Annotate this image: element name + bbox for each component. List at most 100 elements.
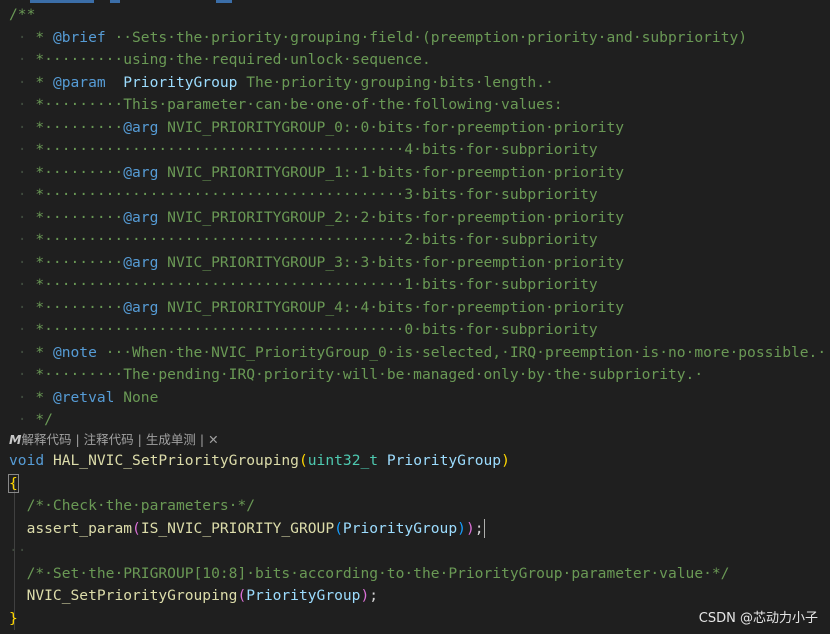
code-token: This·parameter·can·be·one·of·the·followi… [123, 96, 563, 113]
code-token: *·······································… [35, 141, 598, 158]
code-token: @retval [52, 388, 115, 406]
comment-line[interactable]: · *·····································… [0, 139, 830, 162]
code-line[interactable]: NVIC_SetPriorityGrouping(PriorityGroup); [0, 585, 830, 608]
code-token: ; [474, 519, 484, 537]
code-line[interactable]: { [0, 473, 830, 496]
code-token: NVIC_PRIORITYGROUP_0:·0·bits·for·preempt… [158, 118, 625, 136]
comment-line[interactable]: · *·····································… [0, 184, 830, 207]
comment-line[interactable]: · * @brief ··Sets·the·priority·grouping·… [0, 27, 830, 50]
comment-line[interactable]: · *·········using·the·required·unlock·se… [0, 49, 830, 72]
code-token: *········· [35, 51, 124, 68]
code-token: · [9, 366, 36, 383]
code-line[interactable]: void HAL_NVIC_SetPriorityGrouping(uint32… [0, 450, 830, 473]
code-token: ( [132, 519, 141, 537]
code-token: assert_param [26, 519, 133, 537]
code-token: using·the·required·unlock·sequence. [123, 51, 431, 68]
codelens-separator: | [137, 432, 142, 447]
code-token: · [9, 118, 36, 136]
code-token: NVIC_SetPriorityGrouping [26, 587, 238, 604]
code-token: *·······································… [35, 276, 598, 293]
comment-line[interactable]: · *·········@arg NVIC_PRIORITYGROUP_4:·4… [0, 297, 830, 320]
code-token: * [35, 73, 53, 91]
code-token: PriorityGroup [123, 73, 238, 91]
code-token: @arg [123, 118, 159, 136]
text-cursor [483, 519, 486, 538]
code-token: *·······································… [35, 186, 598, 203]
code-token: ( [334, 519, 343, 537]
code-token: @arg [123, 298, 159, 316]
comment-line[interactable]: · *·········@arg NVIC_PRIORITYGROUP_0:·0… [0, 117, 830, 140]
comment-line[interactable]: · *·········This·parameter·can·be·one·of… [0, 94, 830, 117]
code-token: PriorityGroup [246, 587, 361, 604]
code-token: · [9, 388, 36, 406]
code-token: The·priority·grouping·bits·length.· [237, 73, 554, 91]
code-token: */ [35, 411, 53, 428]
code-token: @arg [123, 253, 159, 271]
close-icon[interactable]: ✕ [208, 432, 218, 447]
code-token: *·······································… [35, 231, 598, 248]
code-token: NVIC_PRIORITYGROUP_3:·3·bits·for·preempt… [158, 253, 625, 271]
comment-line[interactable]: · *·····································… [0, 319, 830, 342]
code-token: @note [52, 343, 97, 361]
comment-line[interactable]: · * @param PriorityGroup The·priority·gr… [0, 72, 830, 95]
code-token: · [9, 186, 36, 203]
comment-line[interactable]: · *·········@arg NVIC_PRIORITYGROUP_1:·1… [0, 162, 830, 185]
code-token: · [9, 141, 36, 158]
code-token: NVIC_PRIORITYGROUP_1:·1·bits·for·preempt… [158, 163, 625, 181]
code-token: None [114, 388, 159, 406]
code-line[interactable]: /*·Check·the·parameters·*/ [0, 495, 830, 518]
code-token: · [9, 73, 36, 91]
comment-line[interactable]: · *·····································… [0, 229, 830, 252]
code-token: @arg [123, 208, 159, 226]
comment-line[interactable]: · *·········The·pending·IRQ·priority·wil… [0, 364, 830, 387]
code-token: *········· [35, 96, 124, 113]
code-token: /*·Check·the·parameters·*/ [26, 497, 256, 514]
explain-code-action[interactable]: 解释代码 [21, 432, 71, 447]
code-token: ) [501, 452, 510, 469]
comment-line[interactable]: · *·········@arg NVIC_PRIORITYGROUP_2:·2… [0, 207, 830, 230]
generate-unit-test-action[interactable]: 生成单测 [146, 432, 196, 447]
comment-line[interactable]: · * @retval None [0, 387, 830, 410]
code-token: ; [369, 587, 379, 604]
code-token: @arg [123, 163, 159, 181]
codelens-separator: | [75, 432, 80, 447]
code-token: *·······································… [35, 321, 598, 338]
code-editor[interactable]: /** · * @brief ··Sets·the·priority·group… [0, 0, 830, 634]
comment-line[interactable]: · * @note ···When·the·NVIC_PriorityGroup… [0, 342, 830, 365]
code-token: ) [360, 587, 370, 604]
scrolled-previous-line [0, 0, 830, 3]
code-token: ··Sets·the·priority·grouping·field·(pree… [105, 28, 748, 46]
code-token: · [9, 253, 36, 271]
code-token: · [9, 321, 36, 338]
codelens-separator: | [199, 432, 205, 447]
comment-code-action[interactable]: 注释代码 [84, 432, 134, 447]
code-token: *········· [35, 208, 124, 226]
code-token: @brief [52, 28, 106, 46]
comment-line[interactable]: /** [0, 4, 830, 27]
code-line[interactable]: /*·Set·the·PRIGROUP[10:8]·bits·according… [0, 563, 830, 586]
code-token: · [9, 343, 36, 361]
code-token: { [8, 473, 19, 493]
assistant-logo-icon: M [9, 432, 22, 447]
comment-line[interactable]: · *·········@arg NVIC_PRIORITYGROUP_3:·3… [0, 252, 830, 275]
code-token: · [9, 208, 36, 226]
comment-line[interactable]: · */ [0, 409, 830, 432]
code-token: · [9, 231, 36, 248]
code-token: * [35, 343, 53, 361]
code-token: IS_NVIC_PRIORITY_GROUP [140, 519, 335, 537]
code-token: ) [457, 519, 466, 537]
comment-line[interactable]: · *·····································… [0, 274, 830, 297]
code-token: *········· [35, 253, 124, 271]
code-token: ···When·the·NVIC_PriorityGroup_0·is·sele… [96, 343, 827, 361]
code-token: NVIC_PRIORITYGROUP_4:·4·bits·for·preempt… [158, 298, 625, 316]
code-token: ( [237, 587, 247, 604]
code-token: HAL_NVIC_SetPriorityGrouping [52, 452, 299, 469]
code-line[interactable]: assert_param(IS_NVIC_PRIORITY_GROUP(Prio… [0, 518, 830, 541]
code-line[interactable]: ·· [0, 540, 830, 563]
